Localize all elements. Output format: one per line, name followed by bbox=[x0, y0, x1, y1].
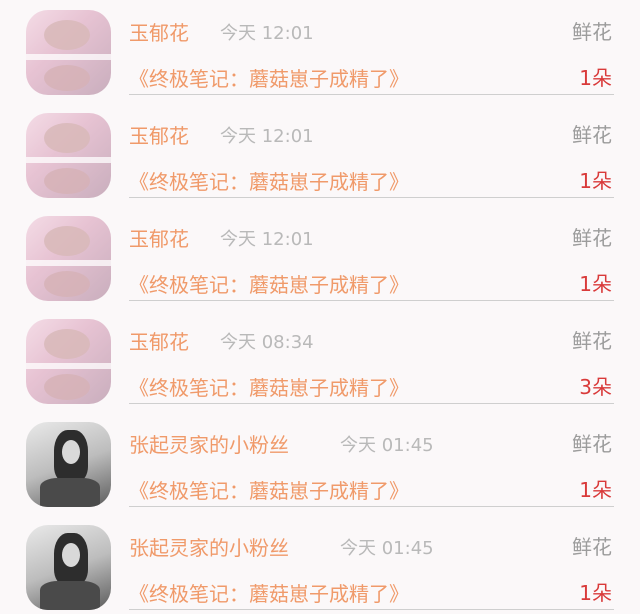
gift-row[interactable]: 玉郁花 今天 12:01 鲜花 《终极笔记：蘑菇崽子成精了》 1朵 bbox=[0, 0, 640, 103]
gift-time: 今天 12:01 bbox=[220, 229, 314, 250]
user-name[interactable]: 张起灵家的小粉丝 bbox=[129, 532, 289, 561]
gift-row[interactable]: 张起灵家的小粉丝 今天 01:45 鲜花 《终极笔记：蘑菇崽子成精了》 1朵 bbox=[0, 412, 640, 515]
book-title-link[interactable]: 《终极笔记：蘑菇崽子成精了》 bbox=[129, 166, 409, 195]
gift-list: 玉郁花 今天 12:01 鲜花 《终极笔记：蘑菇崽子成精了》 1朵 玉郁花 今天… bbox=[0, 0, 640, 614]
gift-type-label: 鲜花 bbox=[572, 226, 612, 250]
gift-count: 1朵 bbox=[579, 169, 612, 193]
gift-type-label: 鲜花 bbox=[572, 432, 612, 456]
user-name[interactable]: 玉郁花 bbox=[129, 120, 189, 149]
gift-type-label: 鲜花 bbox=[572, 329, 612, 353]
user-name[interactable]: 玉郁花 bbox=[129, 17, 189, 46]
row-divider bbox=[129, 300, 614, 301]
gift-type-label: 鲜花 bbox=[572, 123, 612, 147]
gift-time: 今天 01:45 bbox=[340, 435, 434, 456]
gift-count: 1朵 bbox=[579, 66, 612, 90]
user-avatar[interactable] bbox=[26, 113, 111, 198]
gift-row[interactable]: 玉郁花 今天 12:01 鲜花 《终极笔记：蘑菇崽子成精了》 1朵 bbox=[0, 103, 640, 206]
book-title-link[interactable]: 《终极笔记：蘑菇崽子成精了》 bbox=[129, 578, 409, 607]
gift-row[interactable]: 张起灵家的小粉丝 今天 01:45 鲜花 《终极笔记：蘑菇崽子成精了》 1朵 bbox=[0, 515, 640, 614]
gift-count: 3朵 bbox=[579, 375, 612, 399]
gift-count: 1朵 bbox=[579, 478, 612, 502]
gift-time: 今天 12:01 bbox=[220, 126, 314, 147]
gift-row[interactable]: 玉郁花 今天 08:34 鲜花 《终极笔记：蘑菇崽子成精了》 3朵 bbox=[0, 309, 640, 412]
gift-count: 1朵 bbox=[579, 581, 612, 605]
user-name[interactable]: 张起灵家的小粉丝 bbox=[129, 429, 289, 458]
avatar-image bbox=[44, 226, 90, 256]
user-name[interactable]: 玉郁花 bbox=[129, 223, 189, 252]
book-title-link[interactable]: 《终极笔记：蘑菇崽子成精了》 bbox=[129, 269, 409, 298]
gift-count: 1朵 bbox=[579, 272, 612, 296]
gift-type-label: 鲜花 bbox=[572, 20, 612, 44]
avatar-image bbox=[44, 123, 90, 153]
gift-row[interactable]: 玉郁花 今天 12:01 鲜花 《终极笔记：蘑菇崽子成精了》 1朵 bbox=[0, 206, 640, 309]
user-avatar[interactable] bbox=[26, 319, 111, 404]
book-title-link[interactable]: 《终极笔记：蘑菇崽子成精了》 bbox=[129, 372, 409, 401]
row-divider bbox=[129, 403, 614, 404]
book-title-link[interactable]: 《终极笔记：蘑菇崽子成精了》 bbox=[129, 63, 409, 92]
gift-type-label: 鲜花 bbox=[572, 535, 612, 559]
user-avatar[interactable] bbox=[26, 10, 111, 95]
gift-time: 今天 08:34 bbox=[220, 332, 314, 353]
user-name[interactable]: 玉郁花 bbox=[129, 326, 189, 355]
user-avatar[interactable] bbox=[26, 422, 111, 507]
gift-time: 今天 01:45 bbox=[340, 538, 434, 559]
row-divider bbox=[129, 94, 614, 95]
user-avatar[interactable] bbox=[26, 216, 111, 301]
book-title-link[interactable]: 《终极笔记：蘑菇崽子成精了》 bbox=[129, 475, 409, 504]
row-divider bbox=[129, 506, 614, 507]
avatar-image bbox=[44, 20, 90, 50]
user-avatar[interactable] bbox=[26, 525, 111, 610]
row-divider bbox=[129, 609, 614, 610]
gift-time: 今天 12:01 bbox=[220, 23, 314, 44]
row-divider bbox=[129, 197, 614, 198]
avatar-image bbox=[44, 329, 90, 359]
